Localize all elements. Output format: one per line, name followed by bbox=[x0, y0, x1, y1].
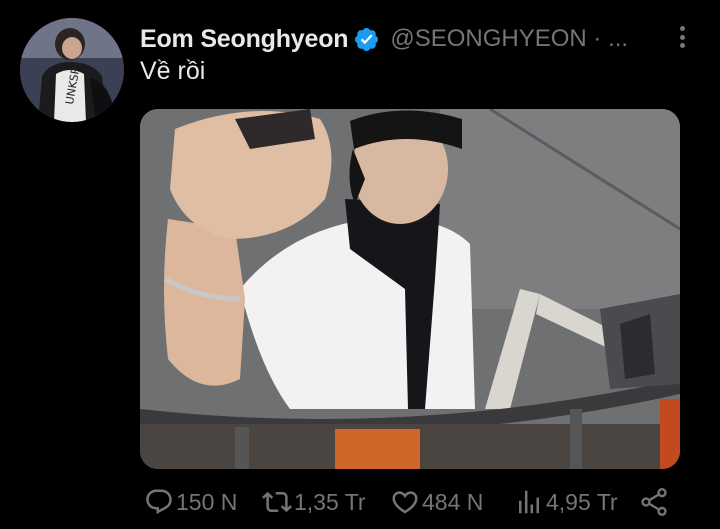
heart-icon bbox=[392, 491, 418, 514]
photo-image bbox=[140, 109, 680, 469]
retweet-button[interactable]: 1,35 Tr bbox=[262, 484, 366, 520]
views-count: 4,95 Tr bbox=[546, 488, 618, 515]
tweet-action-bar: 150 N 1,35 Tr 484 N 4,95 Tr bbox=[140, 484, 680, 520]
verified-badge-icon bbox=[355, 27, 379, 51]
share-icon bbox=[641, 488, 667, 516]
reply-button[interactable]: 150 N bbox=[144, 484, 237, 520]
more-icon[interactable] bbox=[672, 24, 692, 50]
like-button[interactable]: 484 N bbox=[390, 484, 483, 520]
tweet-header: Eom Seonghyeon @SEONGHYEON · ... bbox=[140, 22, 700, 56]
tweet-text: Về rồi bbox=[140, 57, 206, 85]
retweet-count: 1,35 Tr bbox=[294, 488, 366, 515]
author-display-name[interactable]: Eom Seonghyeon bbox=[140, 25, 349, 54]
views-icon bbox=[519, 490, 539, 514]
share-button[interactable] bbox=[638, 484, 670, 520]
author-handle[interactable]: @SEONGHYEON · ... bbox=[390, 25, 628, 53]
tweet-photo[interactable] bbox=[140, 109, 680, 469]
reply-icon bbox=[146, 489, 172, 515]
retweet-icon bbox=[262, 491, 292, 513]
avatar-image: UNKSP bbox=[20, 18, 124, 122]
views-button[interactable]: 4,95 Tr bbox=[514, 484, 618, 520]
reply-count: 150 N bbox=[176, 488, 238, 515]
author-avatar[interactable]: UNKSP bbox=[20, 18, 124, 122]
like-count: 484 N bbox=[422, 488, 484, 515]
